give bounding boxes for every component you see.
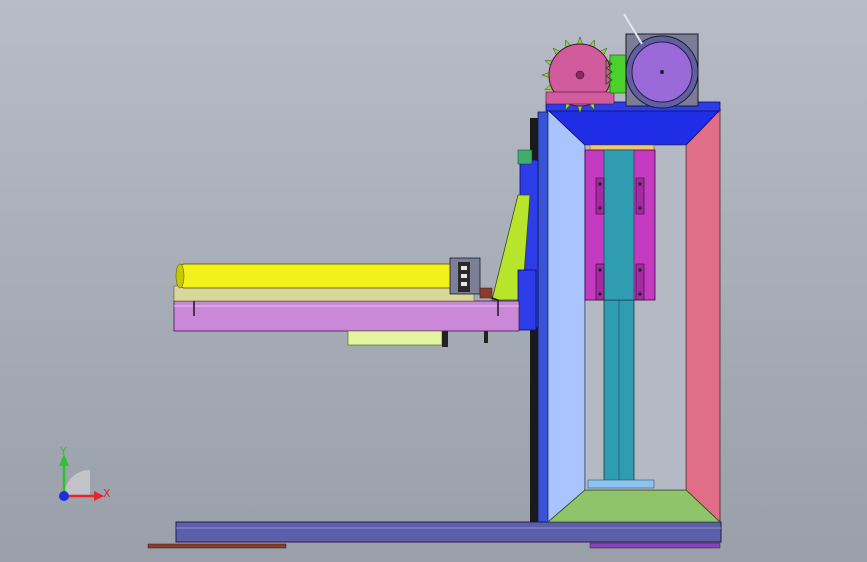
drive-sprocket xyxy=(541,36,619,114)
assembly-drawing: Y X xyxy=(59,13,722,549)
gear-motor xyxy=(623,13,699,109)
y-axis-label: Y xyxy=(59,445,67,458)
z-axis-dot xyxy=(59,491,69,501)
lift-carriage xyxy=(584,149,656,301)
cad-viewport[interactable]: Y X xyxy=(0,0,867,562)
coordinate-triad: Y X xyxy=(59,445,111,501)
horizontal-arm xyxy=(173,295,520,347)
base-rail xyxy=(147,521,722,549)
x-axis-label: X xyxy=(103,487,111,500)
yellow-roller xyxy=(173,257,493,302)
